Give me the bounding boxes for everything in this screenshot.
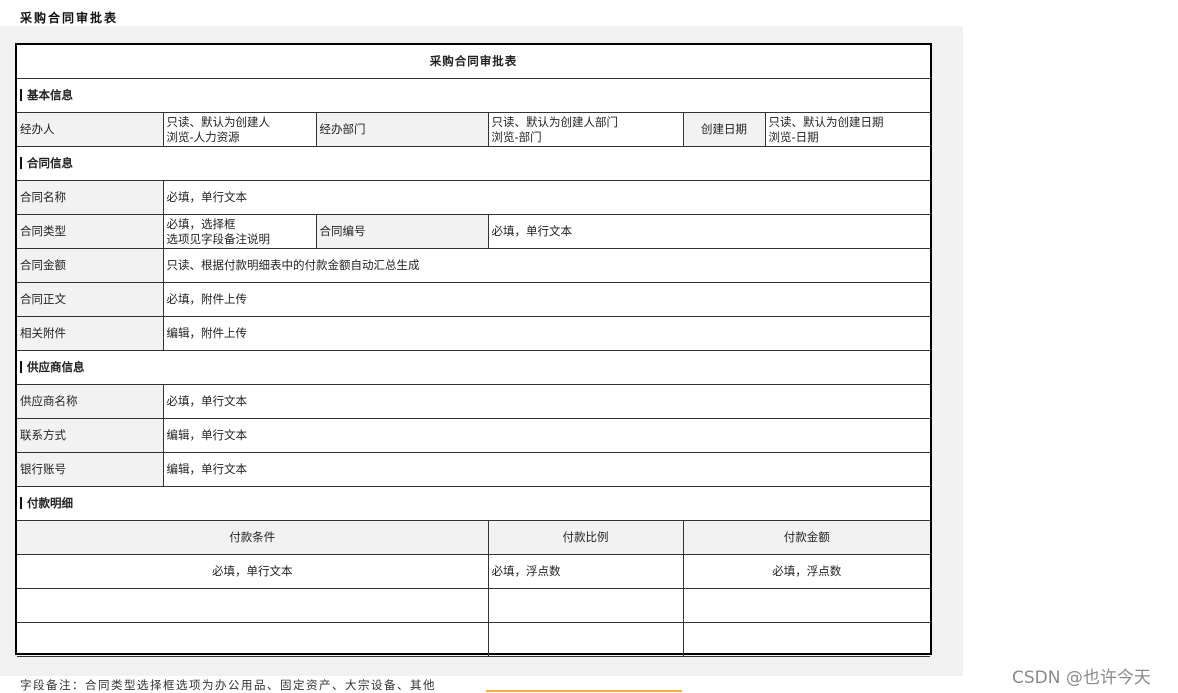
payment-ratio-cell[interactable]: 必填，浮点数 xyxy=(487,554,684,589)
section-contract-label: 合同信息 xyxy=(27,156,73,170)
section-contract-info: 合同信息 xyxy=(17,146,930,181)
section-payment-label: 付款明细 xyxy=(27,496,73,510)
contract-amount-label: 合同金额 xyxy=(17,248,164,283)
handler-label: 经办人 xyxy=(17,112,164,147)
dept-label: 经办部门 xyxy=(315,112,489,147)
section-supplier-info: 供应商信息 xyxy=(17,350,930,385)
section-basic-info: 基本信息 xyxy=(17,78,930,113)
attachments-label: 相关附件 xyxy=(17,316,164,351)
payment-condition-cell[interactable]: 必填，单行文本 xyxy=(17,554,489,589)
contract-number-field[interactable]: 必填，单行文本 xyxy=(487,214,930,249)
section-bar xyxy=(20,89,22,101)
supplier-name-field[interactable]: 必填，单行文本 xyxy=(162,384,930,419)
contract-body-label: 合同正文 xyxy=(17,282,164,317)
payment-amount-cell[interactable]: 必填，浮点数 xyxy=(682,554,930,589)
field-remarks: 字段备注：合同类型选择框选项为办公用品、固定资产、大宗设备、其他 xyxy=(20,678,436,692)
contract-body-field[interactable]: 必填，附件上传 xyxy=(162,282,930,317)
contract-number-label: 合同编号 xyxy=(315,214,489,249)
payment-ratio-cell[interactable] xyxy=(487,588,684,623)
supplier-name-label: 供应商名称 xyxy=(17,384,164,419)
contract-amount-field[interactable]: 只读、根据付款明细表中的付款金额自动汇总生成 xyxy=(162,248,930,283)
date-field[interactable]: 只读、默认为创建日期 浏览-日期 xyxy=(764,112,930,147)
bank-account-label: 银行账号 xyxy=(17,452,164,487)
date-label: 创建日期 xyxy=(682,112,766,147)
payment-condition-cell[interactable] xyxy=(17,588,489,623)
table-row xyxy=(17,588,930,623)
contact-label: 联系方式 xyxy=(17,418,164,453)
contract-type-label: 合同类型 xyxy=(17,214,164,249)
payment-amount-cell[interactable] xyxy=(682,588,930,623)
table-row: 必填，单行文本 必填，浮点数 必填，浮点数 xyxy=(17,554,930,589)
attachments-field[interactable]: 编辑，附件上传 xyxy=(162,316,930,351)
dept-field[interactable]: 只读、默认为创建人部门 浏览-部门 xyxy=(487,112,684,147)
form-table: 采购合同审批表 基本信息 经办人 只读、默认为创建人 浏览-人力资源 经办部门 只… xyxy=(17,45,930,657)
section-supplier-label: 供应商信息 xyxy=(27,360,85,374)
payment-condition-header: 付款条件 xyxy=(17,520,489,555)
contract-name-label: 合同名称 xyxy=(17,180,164,215)
contract-name-field[interactable]: 必填，单行文本 xyxy=(162,180,930,215)
section-basic-label: 基本信息 xyxy=(27,88,73,102)
payment-condition-cell[interactable] xyxy=(17,622,489,657)
page-caption: 采购合同审批表 xyxy=(20,11,119,25)
csdn-watermark: CSDN @也许今天 xyxy=(1012,668,1151,688)
table-row xyxy=(17,622,930,657)
bank-account-field[interactable]: 编辑，单行文本 xyxy=(162,452,930,487)
contract-type-field[interactable]: 必填，选择框 选项见字段备注说明 xyxy=(162,214,317,249)
section-bar xyxy=(20,361,22,373)
approval-form: 采购合同审批表 基本信息 经办人 只读、默认为创建人 浏览-人力资源 经办部门 只… xyxy=(15,43,932,657)
section-bar xyxy=(20,497,22,509)
payment-ratio-cell[interactable] xyxy=(487,622,684,657)
form-title: 采购合同审批表 xyxy=(17,45,930,79)
payment-amount-header: 付款金额 xyxy=(682,520,930,555)
contact-field[interactable]: 编辑，单行文本 xyxy=(162,418,930,453)
accent-underline xyxy=(486,690,682,692)
payment-ratio-header: 付款比例 xyxy=(487,520,684,555)
section-payment-details: 付款明细 xyxy=(17,486,930,521)
section-bar xyxy=(20,157,22,169)
payment-amount-cell[interactable] xyxy=(682,622,930,657)
handler-field[interactable]: 只读、默认为创建人 浏览-人力资源 xyxy=(162,112,317,147)
